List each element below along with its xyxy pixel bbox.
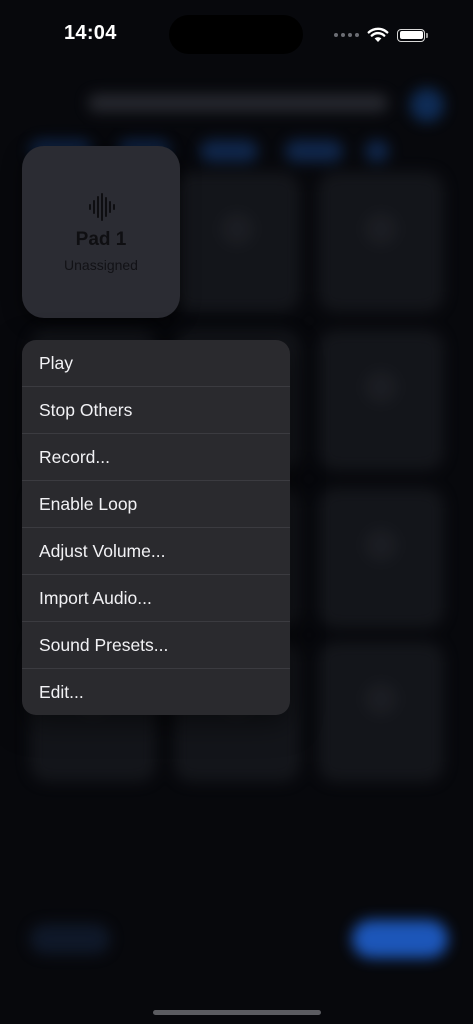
background-pad (318, 642, 444, 782)
pad-subtitle: Unassigned (64, 257, 138, 273)
background-action-button (410, 88, 444, 122)
pad-title: Pad 1 (75, 229, 127, 250)
background-pad (318, 488, 444, 628)
background-chip (200, 140, 258, 162)
background-pad (318, 172, 444, 312)
menu-item-enable-loop[interactable]: Enable Loop (22, 481, 290, 528)
background-chip (285, 140, 343, 162)
background-left-button (30, 924, 110, 954)
dynamic-island (169, 15, 303, 54)
menu-item-play[interactable]: Play (22, 340, 290, 387)
menu-item-adjust-volume[interactable]: Adjust Volume... (22, 528, 290, 575)
background-title (88, 94, 388, 112)
battery-icon (397, 28, 428, 42)
menu-item-import-audio[interactable]: Import Audio... (22, 575, 290, 622)
pad-preview[interactable]: Pad 1 Unassigned (22, 146, 180, 318)
menu-item-edit[interactable]: Edit... (22, 669, 290, 715)
menu-item-stop-others[interactable]: Stop Others (22, 387, 290, 434)
background-pad (318, 330, 444, 470)
background-chip (365, 140, 389, 162)
screen: 14:04 Pad 1 Unassigned Play Stop Others … (0, 0, 473, 1024)
waveform-icon (89, 193, 115, 221)
background-pad (174, 172, 300, 312)
signal-dots-icon (334, 33, 359, 37)
status-time: 14:04 (64, 22, 117, 44)
status-icons (334, 24, 428, 46)
home-indicator[interactable] (153, 1010, 321, 1015)
menu-item-sound-presets[interactable]: Sound Presets... (22, 622, 290, 669)
wifi-icon (367, 27, 389, 42)
context-menu: Play Stop Others Record... Enable Loop A… (22, 340, 290, 715)
menu-item-record[interactable]: Record... (22, 434, 290, 481)
background-right-button (352, 920, 448, 958)
